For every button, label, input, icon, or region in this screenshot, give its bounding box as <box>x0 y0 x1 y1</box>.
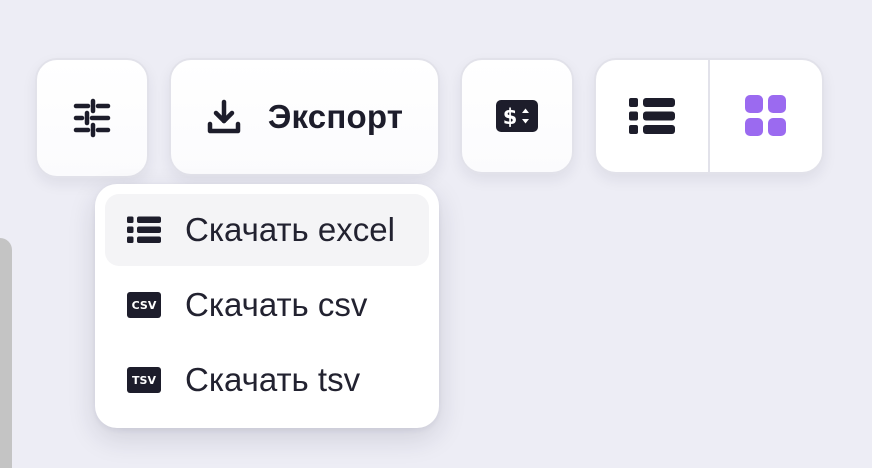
tsv-file-icon: TSV <box>127 367 161 393</box>
list-view-icon <box>629 98 675 134</box>
filter-button[interactable] <box>35 58 149 178</box>
currency-button[interactable]: $ <box>460 58 574 174</box>
list-icon <box>127 216 163 243</box>
download-icon <box>207 99 241 134</box>
view-toggle <box>594 58 824 174</box>
grid-view-icon <box>745 95 786 136</box>
background-panel-edge <box>0 238 12 468</box>
csv-file-icon: CSV <box>127 292 161 318</box>
sliders-icon <box>73 98 111 138</box>
export-dropdown-menu: Скачать excel CSV Скачать csv TSV Скачат… <box>95 184 439 428</box>
menu-item-label: Скачать tsv <box>185 361 361 398</box>
list-view-button[interactable] <box>596 60 708 172</box>
menu-item-excel[interactable]: Скачать excel <box>105 194 429 266</box>
menu-item-csv[interactable]: CSV Скачать csv <box>105 269 429 341</box>
export-button-label: Экспорт <box>267 98 404 135</box>
currency-card-icon: $ <box>496 100 538 132</box>
grid-view-button[interactable] <box>708 60 822 172</box>
export-button[interactable]: Экспорт <box>169 58 440 176</box>
menu-item-label: Скачать csv <box>185 286 368 323</box>
menu-item-tsv[interactable]: TSV Скачать tsv <box>105 344 429 416</box>
svg-text:$: $ <box>503 105 518 129</box>
menu-item-label: Скачать excel <box>185 211 395 248</box>
